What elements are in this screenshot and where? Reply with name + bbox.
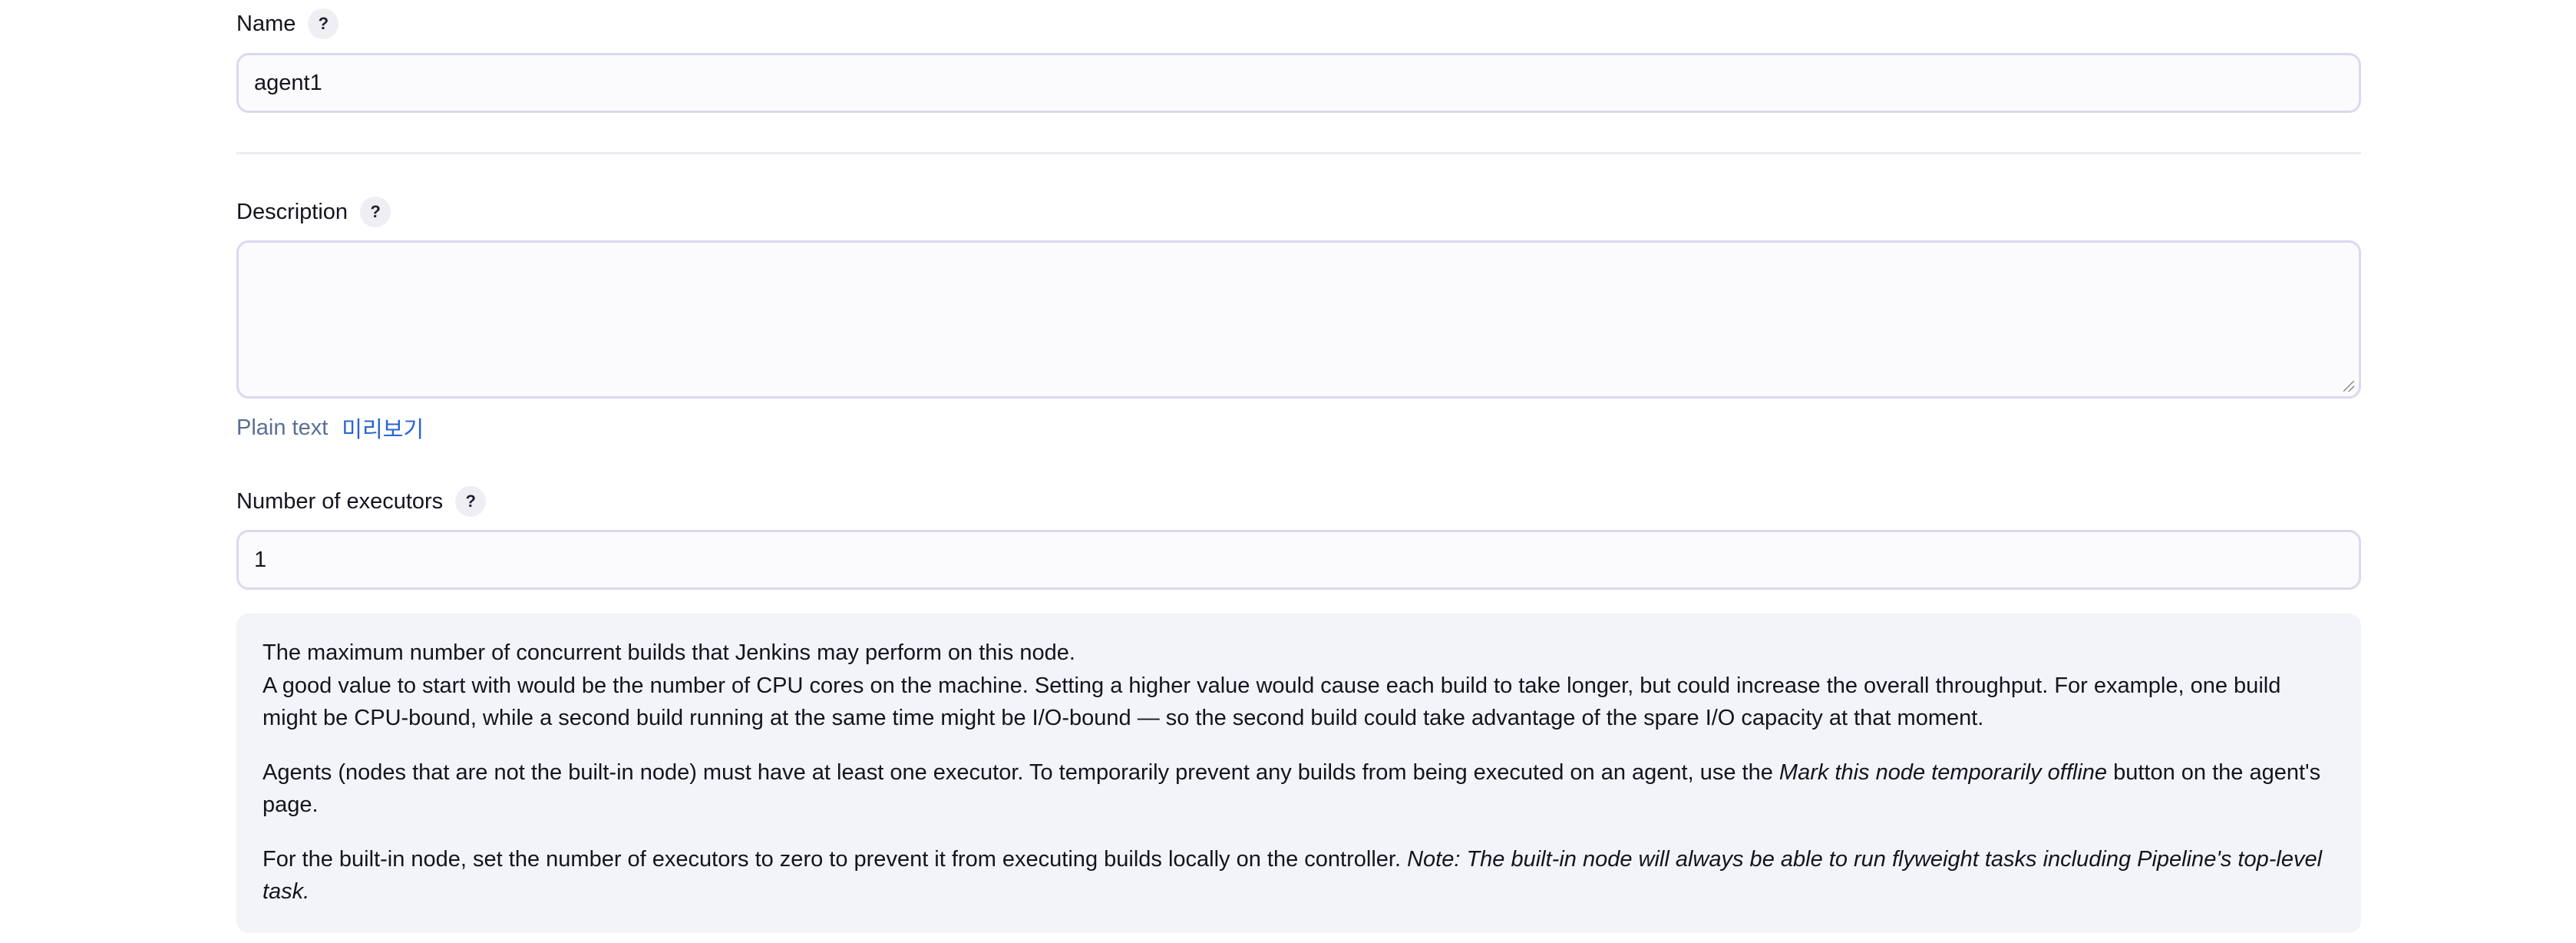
help-p1-line1: The maximum number of concurrent builds … (263, 640, 1075, 665)
executors-label-row: Number of executors ? (236, 486, 487, 517)
help-paragraph-2: Agents (nodes that are not the built-in … (263, 756, 2335, 822)
description-label: Description (236, 200, 348, 224)
executors-label: Number of executors (236, 489, 444, 514)
description-textarea[interactable] (236, 240, 2361, 399)
help-p1-line2: A good value to start with would be the … (263, 673, 2281, 731)
description-format-row: Plain text 미리보기 (236, 412, 424, 443)
executors-help-panel: The maximum number of concurrent builds … (236, 614, 2361, 933)
name-label: Name (236, 12, 296, 36)
help-paragraph-3: For the built-in node, set the number of… (263, 843, 2335, 908)
description-help-icon[interactable]: ? (360, 197, 391, 227)
plain-text-label: Plain text (236, 415, 329, 440)
name-help-icon[interactable]: ? (308, 8, 339, 39)
preview-link[interactable]: 미리보기 (342, 412, 424, 444)
name-label-row: Name ? (236, 8, 339, 39)
help-p3-text: For the built-in node, set the number of… (263, 846, 1408, 872)
executors-input[interactable]: 1 (236, 530, 2361, 590)
description-label-row: Description ? (236, 197, 391, 227)
help-p2-emphasis: Mark this node temporarily offline (1778, 759, 2108, 785)
executors-help-icon[interactable]: ? (455, 486, 487, 517)
section-divider (236, 152, 2361, 154)
resize-handle-icon[interactable] (2343, 381, 2354, 392)
help-paragraph-1: The maximum number of concurrent builds … (263, 637, 2335, 735)
name-input[interactable]: agent1 (236, 53, 2361, 113)
help-p2-text: Agents (nodes that are not the built-in … (263, 759, 1779, 785)
